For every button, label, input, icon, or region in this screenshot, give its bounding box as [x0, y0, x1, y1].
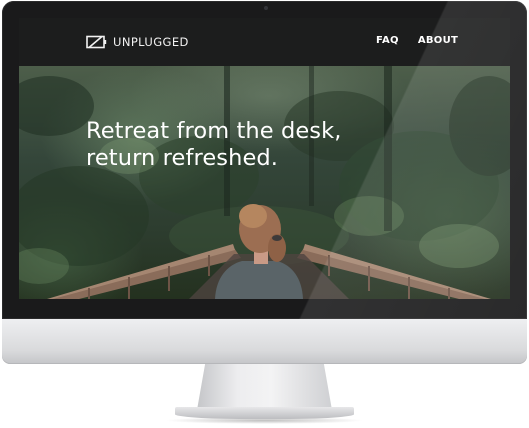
screen: UNPLUGGED FAQ ABOUT Retreat from the des… — [19, 18, 510, 299]
main-nav: FAQ ABOUT — [376, 35, 458, 46]
hero-section: Retreat from the desk, return refreshed. — [19, 66, 510, 299]
nav-link-faq[interactable]: FAQ — [376, 35, 399, 46]
brand-logo[interactable]: UNPLUGGED — [86, 34, 189, 50]
hero-headline-line-2: return refreshed. — [86, 145, 279, 171]
monitor-stand — [197, 364, 332, 410]
hero-photo — [19, 66, 510, 299]
hero-headline-line-1: Retreat from the desk, — [86, 118, 342, 144]
imac-monitor: UNPLUGGED FAQ ABOUT Retreat from the des… — [0, 0, 529, 428]
camera-icon — [264, 6, 268, 10]
monitor-stand-base — [175, 407, 354, 419]
monitor-chin — [2, 319, 527, 364]
brand-name: UNPLUGGED — [113, 35, 189, 49]
hero-headline: Retreat from the desk, return refreshed. — [86, 118, 416, 172]
nav-link-about[interactable]: ABOUT — [418, 35, 458, 46]
unplugged-battery-icon — [86, 35, 107, 49]
site-header: UNPLUGGED FAQ ABOUT — [19, 18, 510, 66]
